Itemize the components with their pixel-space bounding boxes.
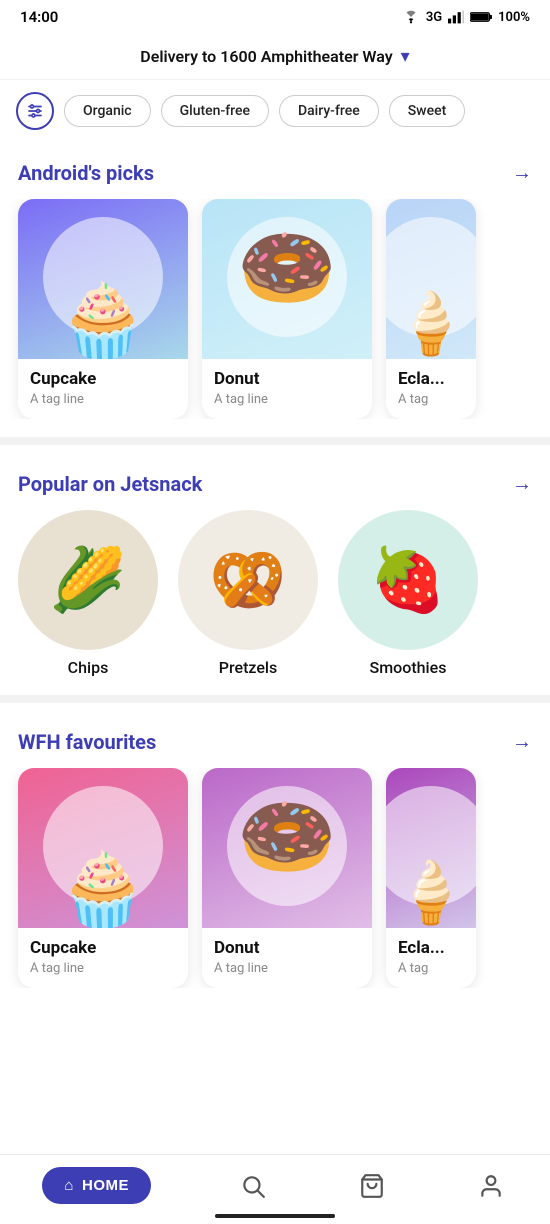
androids-picks-header: Android's picks →	[0, 160, 550, 185]
search-nav-button[interactable]	[236, 1169, 270, 1203]
nav-indicator	[215, 1214, 335, 1218]
eclair-card-body: Ecla... A tag	[386, 359, 476, 419]
home-icon: ⌂	[64, 1177, 74, 1194]
wfh-eclair-body: Ecla... A tag	[386, 928, 476, 988]
product-card-cupcake[interactable]: 🧁 Cupcake A tag line	[18, 199, 188, 419]
eclair-card-image: 🍦	[386, 199, 476, 359]
signal-icon	[448, 10, 464, 24]
donut-card-image: 🍩	[202, 199, 372, 359]
pretzels-emoji: 🥨	[209, 544, 286, 617]
chips-label: Chips	[68, 658, 109, 677]
wfh-title: WFH favourites	[18, 730, 156, 754]
eclair-emoji: 🍦	[394, 288, 469, 359]
wfh-donut-image: 🍩	[202, 768, 372, 928]
donut-card-body: Donut A tag line	[202, 359, 372, 419]
cart-icon	[359, 1173, 385, 1199]
search-icon	[240, 1173, 266, 1199]
donut-card-tagline: A tag line	[214, 392, 360, 407]
wifi-icon	[402, 10, 420, 24]
popular-arrow[interactable]: →	[512, 471, 532, 496]
popular-title: Popular on Jetsnack	[18, 472, 202, 496]
cupcake-card-tagline: A tag line	[30, 392, 176, 407]
network-label: 3G	[426, 10, 442, 25]
chips-emoji: 🌽	[49, 544, 126, 617]
product-card-eclair[interactable]: 🍦 Ecla... A tag	[386, 199, 476, 419]
wfh-cupcake-emoji: 🧁	[58, 847, 148, 928]
separator-2	[0, 695, 550, 703]
wfh-cupcake-body: Cupcake A tag line	[18, 928, 188, 988]
separator-1	[0, 437, 550, 445]
cupcake-emoji: 🧁	[58, 278, 148, 359]
filter-chip-gluten-free[interactable]: Gluten-free	[161, 95, 269, 127]
cupcake-card-image: 🧁	[18, 199, 188, 359]
battery-icon	[470, 11, 492, 23]
home-label: HOME	[82, 1177, 129, 1194]
filter-chip-dairy-free[interactable]: Dairy-free	[279, 95, 379, 127]
cupcake-card-body: Cupcake A tag line	[18, 359, 188, 419]
wfh-cupcake-image: 🧁	[18, 768, 188, 928]
pretzels-label: Pretzels	[219, 658, 277, 677]
wfh-card-eclair[interactable]: 🍦 Ecla... A tag	[386, 768, 476, 988]
popular-section: Popular on Jetsnack → 🌽 Chips 🥨 Pretzels	[0, 453, 550, 687]
smoothies-emoji: 🍓	[369, 544, 446, 617]
status-icons: 3G 100%	[402, 10, 530, 25]
wfh-donut-title: Donut	[214, 938, 360, 958]
delivery-address: Delivery to 1600 Amphitheater Way	[140, 47, 392, 66]
wfh-cupcake-tagline: A tag line	[30, 961, 176, 976]
androids-picks-arrow[interactable]: →	[512, 160, 532, 185]
sliders-icon	[26, 102, 44, 120]
wfh-eclair-title: Ecla...	[398, 938, 464, 958]
chips-circle: 🌽	[18, 510, 158, 650]
product-card-donut[interactable]: 🍩 Donut A tag line	[202, 199, 372, 419]
status-bar: 14:00 3G 100%	[0, 0, 550, 34]
wfh-eclair-tagline: A tag	[398, 961, 464, 976]
category-item-chips[interactable]: 🌽 Chips	[18, 510, 158, 677]
donut-card-title: Donut	[214, 369, 360, 389]
smoothies-circle: 🍓	[338, 510, 478, 650]
filter-row: Organic Gluten-free Dairy-free Sweet	[0, 80, 550, 142]
filter-chip-sweet[interactable]: Sweet	[389, 95, 466, 127]
wfh-arrow[interactable]: →	[512, 729, 532, 754]
wfh-donut-tagline: A tag line	[214, 961, 360, 976]
delivery-bar[interactable]: Delivery to 1600 Amphitheater Way ▾	[0, 34, 550, 80]
wfh-card-cupcake[interactable]: 🧁 Cupcake A tag line	[18, 768, 188, 988]
filter-chip-organic[interactable]: Organic	[64, 95, 151, 127]
donut-emoji: 🍩	[237, 221, 337, 315]
profile-nav-button[interactable]	[474, 1169, 508, 1203]
wfh-eclair-emoji: 🍦	[394, 857, 469, 928]
wfh-eclair-image: 🍦	[386, 768, 476, 928]
wfh-header: WFH favourites →	[0, 729, 550, 754]
pretzels-circle: 🥨	[178, 510, 318, 650]
filter-icon-button[interactable]	[16, 92, 54, 130]
androids-picks-section: Android's picks → 🧁 Cupcake A tag line 🍩	[0, 142, 550, 429]
delivery-chevron-icon: ▾	[401, 46, 410, 67]
wfh-donut-body: Donut A tag line	[202, 928, 372, 988]
eclair-card-tagline: A tag	[398, 392, 464, 407]
eclair-card-title: Ecla...	[398, 369, 464, 389]
bottom-nav: ⌂ HOME	[0, 1154, 550, 1224]
cart-nav-button[interactable]	[355, 1169, 389, 1203]
wfh-cards: 🧁 Cupcake A tag line 🍩 Donut A tag line	[0, 768, 550, 988]
cupcake-card-title: Cupcake	[30, 369, 176, 389]
category-item-pretzels[interactable]: 🥨 Pretzels	[178, 510, 318, 677]
popular-header: Popular on Jetsnack →	[0, 471, 550, 496]
androids-picks-cards: 🧁 Cupcake A tag line 🍩 Donut A tag line	[0, 199, 550, 419]
wfh-section: WFH favourites → 🧁 Cupcake A tag line 🍩	[0, 711, 550, 988]
category-item-smoothies[interactable]: 🍓 Smoothies	[338, 510, 478, 677]
status-time: 14:00	[20, 8, 58, 26]
profile-icon	[478, 1173, 504, 1199]
popular-categories: 🌽 Chips 🥨 Pretzels 🍓 Smoothies	[0, 510, 550, 677]
wfh-donut-emoji: 🍩	[237, 790, 337, 884]
wfh-cupcake-title: Cupcake	[30, 938, 176, 958]
androids-picks-title: Android's picks	[18, 161, 154, 185]
smoothies-label: Smoothies	[370, 658, 447, 677]
battery-label: 100%	[498, 10, 530, 25]
wfh-card-donut[interactable]: 🍩 Donut A tag line	[202, 768, 372, 988]
home-button[interactable]: ⌂ HOME	[42, 1167, 151, 1204]
